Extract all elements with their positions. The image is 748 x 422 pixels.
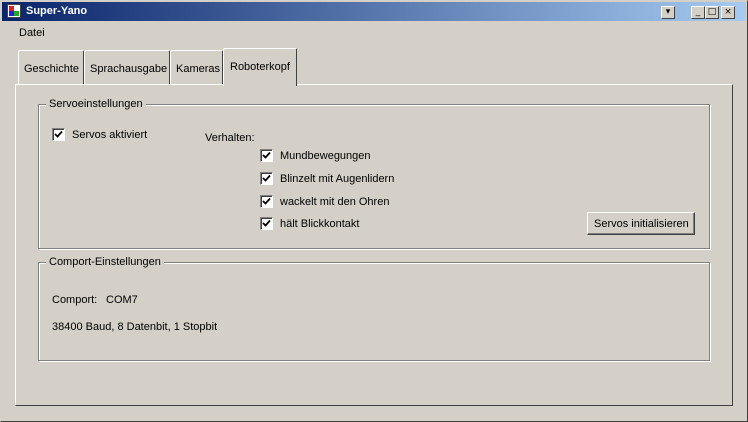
tab-sprachausgabe[interactable]: Sprachausgabe <box>84 50 170 84</box>
servo-settings-group: Servoeinstellungen Servos aktiviert Verh… <box>38 98 710 249</box>
app-icon[interactable] <box>7 4 21 18</box>
title-bar[interactable]: Super-Yano ▾ _ □ × <box>2 2 746 21</box>
maximize-button[interactable]: □ <box>705 6 719 19</box>
close-button[interactable]: × <box>721 6 735 19</box>
checkmark-icon <box>262 197 271 205</box>
tab-label: Roboterkopf <box>230 61 290 73</box>
init-servos-button[interactable]: Servos initialisieren <box>587 212 695 235</box>
checkmark-icon <box>262 151 271 159</box>
servos-active-checkbox[interactable] <box>52 128 65 141</box>
window-title: Super-Yano <box>26 5 88 17</box>
menu-bar: Datei <box>2 23 746 43</box>
comport-value: COM7 <box>106 294 138 306</box>
wiggle-ears-checkbox[interactable] <box>260 195 273 208</box>
comport-settings-group: Comport-Einstellungen Comport: COM7 3840… <box>38 256 710 361</box>
comport-settings-title: Comport-Einstellungen <box>46 256 164 268</box>
system-menu-dropdown-button[interactable]: ▾ <box>661 6 675 19</box>
tab-roboterkopf[interactable]: Roboterkopf <box>223 48 297 86</box>
tab-label: Geschichte <box>24 63 80 75</box>
comport-settings-text: 38400 Baud, 8 Datenbit, 1 Stopbit <box>52 321 218 333</box>
servo-settings-title: Servoeinstellungen <box>46 98 146 110</box>
mouth-movement-label: Mundbewegungen <box>280 150 371 162</box>
checkmark-icon <box>262 174 271 182</box>
wiggle-ears-label: wackelt mit den Ohren <box>280 196 390 208</box>
tab-label: Sprachausgabe <box>90 63 168 75</box>
checkmark-icon <box>262 219 271 227</box>
blink-eyelids-checkbox[interactable] <box>260 172 273 185</box>
tab-label: Kameras <box>176 63 221 75</box>
behavior-label: Verhalten: <box>205 132 255 144</box>
comport-label: Comport: <box>52 294 98 306</box>
checkmark-icon <box>54 130 63 138</box>
blink-eyelids-label: Blinzelt mit Augenlidern <box>280 173 395 185</box>
mouth-movement-checkbox[interactable] <box>260 149 273 162</box>
minimize-button[interactable]: _ <box>691 6 705 19</box>
menu-datei[interactable]: Datei <box>19 27 45 39</box>
eye-contact-checkbox[interactable] <box>260 217 273 230</box>
tab-geschichte[interactable]: Geschichte <box>18 50 84 84</box>
tab-page-roboterkopf: Servoeinstellungen Servos aktiviert Verh… <box>15 84 733 406</box>
main-window: Super-Yano ▾ _ □ × Datei Geschichte Spra… <box>0 0 748 422</box>
tab-kameras[interactable]: Kameras <box>170 50 223 84</box>
eye-contact-label: hält Blickkontakt <box>280 218 360 230</box>
servos-active-label: Servos aktiviert <box>72 129 148 141</box>
